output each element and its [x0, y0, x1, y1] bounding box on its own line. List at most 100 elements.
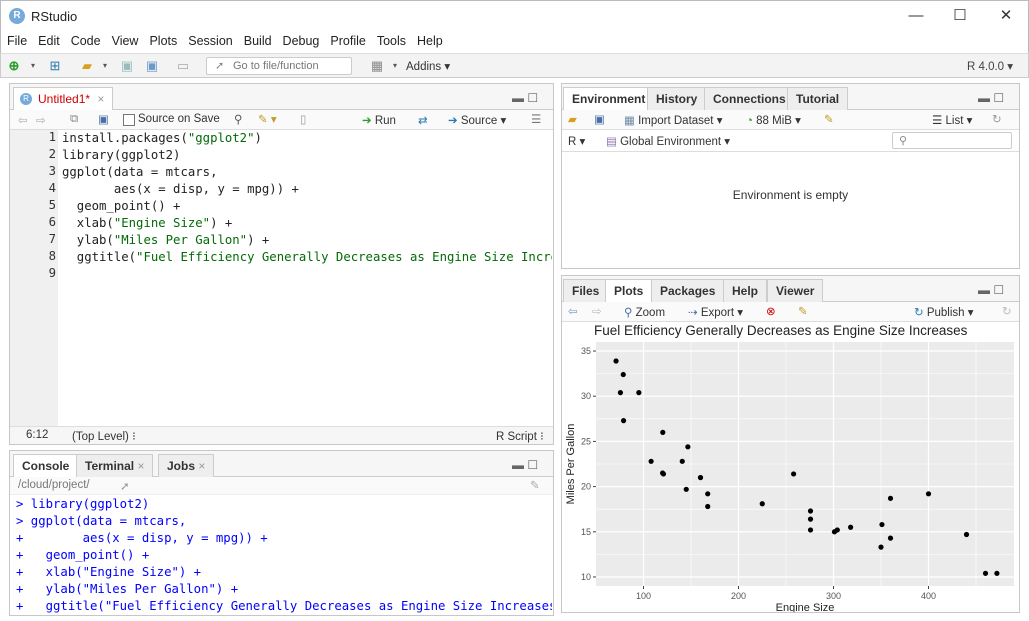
tab-tutorial[interactable]: Tutorial — [787, 87, 849, 110]
code-line[interactable]: ggtitle("Fuel Efficiency Generally Decre… — [62, 249, 552, 266]
line-number: 8 — [48, 249, 56, 263]
remove-plot-icon[interactable]: ⊗ — [766, 304, 776, 318]
language-selector[interactable]: R ▾ — [568, 134, 585, 148]
tab-untitled1[interactable]: R Untitled1* × — [13, 87, 114, 111]
code-line[interactable]: install.packages("ggplot2") — [62, 130, 552, 147]
next-plot-icon[interactable]: ⇨ — [592, 304, 602, 318]
editor-statusbar: 6:12 (Top Level) ⁝ R Script ⁝ — [10, 426, 553, 444]
menu-help[interactable]: Help — [411, 31, 448, 51]
save-icon[interactable]: ▣ — [98, 112, 109, 126]
close-tab-icon[interactable]: × — [137, 459, 144, 473]
save-icon[interactable]: ▣ — [594, 112, 605, 126]
chevron-down-icon[interactable]: ▾ — [387, 58, 403, 74]
forward-arrow-icon[interactable]: ⇨ — [36, 113, 46, 127]
environment-search-input[interactable]: ⚲ — [892, 132, 1012, 149]
console-pane: Console Terminal × Jobs × ▬ ☐ /cloud/pro… — [9, 450, 554, 616]
scope-selector[interactable]: (Top Level) ⁝ — [72, 429, 136, 443]
data-point — [887, 535, 894, 541]
scope-selector[interactable]: ▤ Global Environment ▾ — [606, 134, 730, 148]
new-project-icon[interactable]: ⊞ — [47, 58, 63, 74]
grid-layout-icon[interactable]: ▦ — [369, 58, 385, 74]
menu-build[interactable]: Build — [238, 31, 277, 51]
memory-usage[interactable]: ◔ 88 MiB ▾ — [746, 113, 801, 127]
menu-session[interactable]: Session — [182, 31, 237, 51]
menu-code[interactable]: Code — [65, 31, 106, 51]
chevron-down-icon[interactable]: ▾ — [97, 58, 113, 74]
tab-help[interactable]: Help — [723, 279, 768, 302]
environment-pane: Environment History Connections Tutorial… — [561, 83, 1020, 269]
clear-console-icon[interactable]: ✎ — [530, 478, 540, 492]
list-view-selector[interactable]: ☰ List ▾ — [932, 113, 972, 127]
export-button[interactable]: ⇢ Export ▾ — [688, 305, 743, 319]
close-button[interactable]: ✕ — [991, 5, 1021, 27]
zoom-button[interactable]: ⚲ Zoom — [624, 305, 665, 319]
tab-terminal[interactable]: Terminal × — [76, 454, 154, 477]
console-line: > library(ggplot2) — [16, 497, 150, 511]
addins-menu[interactable]: Addins ▾ — [406, 59, 450, 73]
minimize-button[interactable]: — — [901, 5, 931, 27]
new-file-icon[interactable]: ⊕ — [6, 58, 22, 74]
outline-icon[interactable]: ☰ — [531, 112, 541, 126]
file-type-selector[interactable]: R Script ⁝ — [496, 429, 544, 443]
chevron-down-icon[interactable]: ▾ — [25, 58, 41, 74]
tab-console[interactable]: Console — [13, 454, 79, 478]
code-line[interactable] — [62, 266, 552, 283]
cursor-position: 6:12 — [26, 429, 49, 441]
previous-plot-icon[interactable]: ⇦ — [568, 304, 578, 318]
menu-debug[interactable]: Debug — [277, 31, 325, 51]
back-arrow-icon[interactable]: ⇦ — [18, 113, 28, 127]
code-line[interactable]: ggplot(data = mtcars, — [62, 164, 552, 181]
source-button[interactable]: ➔ Source ▾ — [448, 113, 506, 127]
tab-history[interactable]: History — [647, 87, 707, 110]
refresh-icon[interactable]: ↻ — [1002, 304, 1012, 318]
menu-tools[interactable]: Tools — [371, 31, 411, 51]
source-on-save-checkbox[interactable] — [123, 114, 135, 126]
tab-jobs[interactable]: Jobs × — [158, 454, 215, 477]
open-folder-icon[interactable]: ▰ — [568, 112, 577, 126]
compile-report-icon[interactable]: ▯ — [300, 112, 306, 126]
goto-directory-icon[interactable]: ➚ — [120, 479, 130, 493]
publish-button[interactable]: ↻ Publish ▾ — [914, 305, 974, 319]
tab-environment[interactable]: Environment — [563, 87, 655, 111]
code-line[interactable]: geom_point() + — [62, 198, 552, 215]
close-tab-icon[interactable]: × — [97, 92, 104, 106]
magic-wand-icon[interactable]: ✎ ▾ — [258, 112, 277, 126]
code-editor[interactable]: install.packages("ggplot2") library(ggplo… — [62, 130, 552, 426]
broom-icon[interactable]: ✎ — [824, 112, 834, 126]
menu-file[interactable]: File — [1, 31, 32, 51]
code-line[interactable]: xlab("Engine Size") + — [62, 215, 552, 232]
x-tick-label: 300 — [826, 591, 841, 601]
broom-icon[interactable]: ✎ — [798, 304, 808, 318]
tab-connections[interactable]: Connections — [704, 87, 795, 110]
refresh-icon[interactable]: ↻ — [992, 112, 1002, 126]
run-button[interactable]: ➔ Run — [362, 113, 396, 127]
rerun-icon[interactable]: ⇄ — [418, 113, 428, 127]
search-icon[interactable]: ⚲ — [234, 112, 242, 126]
minimize-pane-icon[interactable]: ▬ ☐ — [512, 91, 538, 105]
tab-packages[interactable]: Packages — [651, 279, 725, 302]
close-tab-icon[interactable]: × — [198, 459, 205, 473]
menu-edit[interactable]: Edit — [32, 31, 65, 51]
goto-file-input[interactable]: ➚ Go to file/function — [206, 57, 352, 75]
menu-profile[interactable]: Profile — [324, 31, 370, 51]
code-line[interactable]: ylab("Miles Per Gallon") + — [62, 232, 552, 249]
minimize-pane-icon[interactable]: ▬ ☐ — [978, 283, 1004, 297]
show-in-window-icon[interactable]: ⧉ — [70, 113, 78, 126]
minimize-pane-icon[interactable]: ▬ ☐ — [512, 458, 538, 472]
import-dataset-button[interactable]: ▦ Import Dataset ▾ — [624, 113, 722, 127]
code-line[interactable]: library(ggplot2) — [62, 147, 552, 164]
tab-viewer[interactable]: Viewer — [767, 279, 824, 302]
menu-plots[interactable]: Plots — [143, 31, 182, 51]
open-folder-icon[interactable]: ▰ — [79, 58, 95, 74]
menu-view[interactable]: View — [106, 31, 144, 51]
save-all-icon[interactable]: ▣ — [144, 58, 160, 74]
console-output[interactable]: > library(ggplot2) > ggplot(data = mtcars… — [16, 496, 552, 615]
print-icon[interactable]: ▭ — [175, 58, 191, 74]
minimize-pane-icon[interactable]: ▬ ☐ — [978, 91, 1004, 105]
code-line[interactable]: aes(x = disp, y = mpg)) + — [62, 181, 552, 198]
tab-plots[interactable]: Plots — [605, 279, 653, 303]
r-version-menu[interactable]: R 4.0.0 ▾ — [967, 59, 1013, 73]
save-icon[interactable]: ▣ — [119, 58, 135, 74]
maximize-button[interactable]: ☐ — [945, 5, 975, 27]
tab-files[interactable]: Files — [563, 279, 609, 302]
